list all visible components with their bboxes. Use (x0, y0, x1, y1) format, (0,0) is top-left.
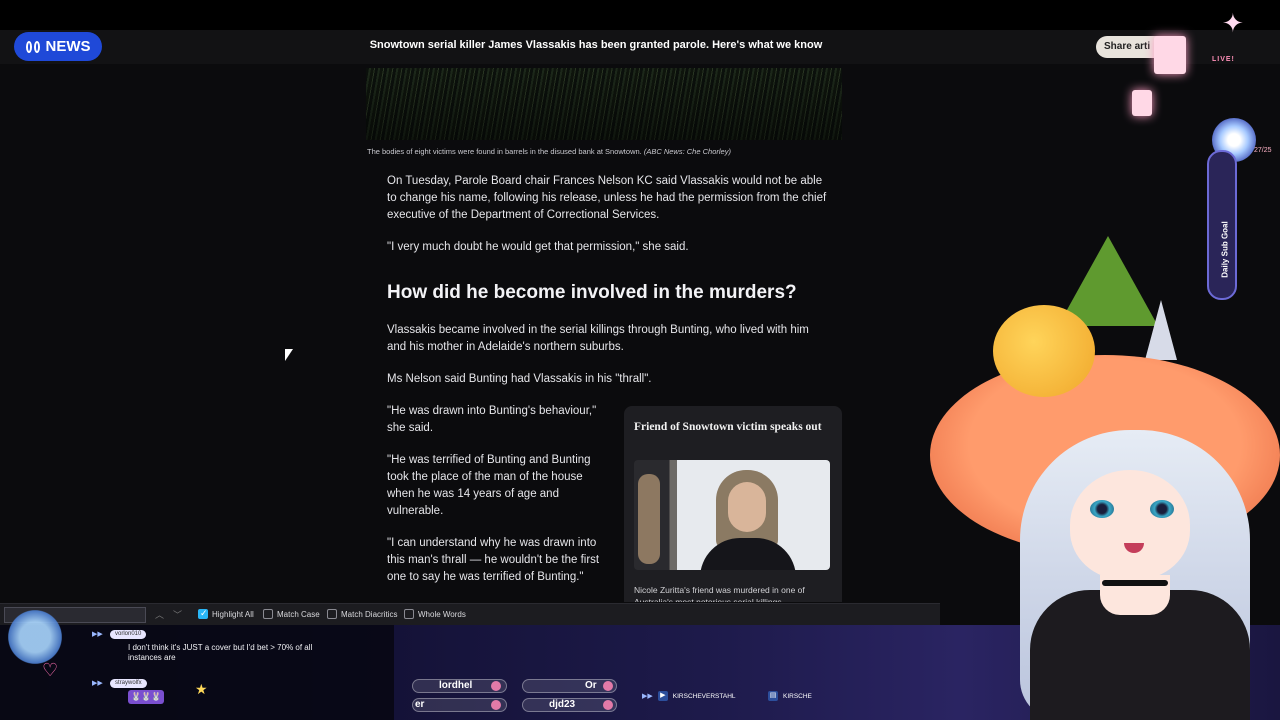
chat-icon: ▤ (768, 691, 778, 701)
paragraph-2: "I very much doubt he would get that per… (387, 241, 689, 253)
social-youtube: ▶▶ ▶ KIRSCHEVERSTAHL (642, 691, 736, 701)
sub-goal-count: 27/25 (1254, 147, 1272, 154)
checkbox-icon[interactable] (263, 609, 273, 619)
related-story-caption: Nicole Zuritta's friend was murdered in … (634, 585, 805, 602)
lantern-icon (1132, 90, 1152, 116)
heart-icon: ♡ (42, 660, 59, 680)
related-story-title[interactable]: Friend of Snowtown victim speaks out (634, 420, 830, 435)
paragraph-6: "He was terrified of Bunting and Bunting… (387, 454, 591, 517)
gem-icon (603, 700, 613, 710)
related-story-photo[interactable] (634, 460, 830, 570)
abc-news-logo[interactable]: NEWS (14, 32, 102, 61)
article-body: The bodies of eight victims were found i… (366, 64, 842, 602)
caption-text: The bodies of eight victims were found i… (367, 147, 642, 156)
heart-gem-icon (491, 681, 501, 691)
match-case-checkbox[interactable]: Match Case (263, 609, 320, 619)
paragraph-1: On Tuesday, Parole Board chair Frances N… (387, 175, 827, 221)
mouse-cursor-icon (285, 349, 293, 361)
chat-arrow-icon: ▶▶ (92, 680, 103, 687)
live-badge: LIVE! (1212, 56, 1235, 63)
checkbox-icon[interactable] (327, 609, 337, 619)
section-heading: How did he become involved in the murder… (387, 282, 797, 303)
match-diacritics-checkbox[interactable]: Match Diacritics (327, 609, 397, 619)
caption-credit: (ABC News: Che Chorley) (643, 147, 731, 156)
hero-image (366, 68, 842, 140)
star-icon: ✦ (1222, 8, 1244, 38)
top-strip (0, 0, 1280, 30)
social-chat: ▤ KIRSCHE (768, 691, 812, 701)
gem-icon (491, 700, 501, 710)
mascot-icon (6, 604, 64, 664)
image-caption: The bodies of eight victims were found i… (367, 147, 731, 156)
checkbox-icon[interactable] (404, 609, 414, 619)
find-in-page-bar: ︿ ﹀ Highlight All Match Case Match Diacr… (0, 603, 940, 625)
related-story-card[interactable]: Friend of Snowtown victim speaks out Nic… (624, 406, 842, 602)
checkbox-checked-icon[interactable] (198, 608, 208, 619)
header-title: Snowtown serial killer James Vlassakis h… (369, 39, 823, 51)
find-previous-icon[interactable]: ︿ (155, 608, 164, 621)
star-icon: ★ (195, 681, 208, 697)
chat-username: straywolfx (110, 679, 147, 688)
paragraph-7: "I can understand why he was drawn into … (387, 537, 600, 583)
lantern-icon (1154, 36, 1186, 74)
abc-logo-icon (25, 40, 40, 53)
play-icon: ▶▶ (642, 693, 653, 700)
whole-words-checkbox[interactable]: Whole Words (404, 609, 466, 619)
chat-emote-message: 🐰🐰🐰 (128, 690, 164, 704)
find-next-icon[interactable]: ﹀ (173, 608, 182, 621)
chat-username: vorlon010 (110, 630, 147, 639)
chat-arrow-icon: ▶▶ (92, 631, 103, 638)
play-icon: ▶ (657, 691, 668, 701)
sub-goal-label: Daily Sub Goal (1220, 221, 1230, 278)
gem-icon (603, 681, 613, 691)
highlight-all-checkbox[interactable]: Highlight All (198, 608, 254, 619)
logo-text: NEWS (45, 38, 91, 55)
pineapple-icon (993, 305, 1095, 397)
site-header: NEWS Snowtown serial killer James Vlassa… (0, 30, 1280, 64)
chat-message: I don't think it's JUST a cover but I'd … (128, 643, 313, 662)
paragraph-5: "He was drawn into Bunting's behaviour,"… (387, 405, 597, 434)
paragraph-4: Ms Nelson said Bunting had Vlassakis in … (387, 373, 652, 385)
paragraph-3: Vlassakis became involved in the serial … (387, 324, 809, 353)
